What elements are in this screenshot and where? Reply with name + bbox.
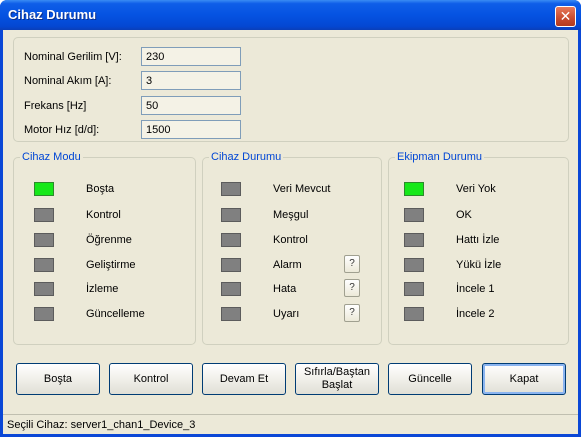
error-help-button[interactable]: ? [344,279,360,297]
device-status-title: Cihaz Durumu [209,151,284,164]
led-inspect-2 [404,307,424,321]
idle-button[interactable]: Boşta [16,363,100,395]
motor-speed-field[interactable] [141,120,241,139]
led-label-data-available: Veri Mevcut [273,183,331,195]
window-title: Cihaz Durumu [8,7,97,22]
led-label-development: Geliştirme [86,259,136,271]
warning-help-button[interactable]: ? [344,304,360,322]
led-monitor-line [404,233,424,247]
led-label-inspect-2: İncele 2 [456,308,495,320]
led-warning [221,307,241,321]
led-error [221,282,241,296]
close-icon: ✕ [559,8,572,24]
led-no-data [404,182,424,196]
update-button-label: Güncelle [408,372,452,385]
nominal-voltage-label: Nominal Gerilim [V]: [24,51,122,63]
led-updating [34,307,54,321]
led-learning [34,233,54,247]
led-ok [404,208,424,222]
reset-restart-button[interactable]: Sıfırla/Baştan Başlat [295,363,379,395]
led-label-monitor-load: Yükü İzle [456,259,502,271]
equipment-status-group: Ekipman Durumu Veri Yok OK Hattı İzle Yü… [388,151,569,345]
led-label-ok: OK [456,209,472,221]
led-status-control [221,233,241,247]
equipment-status-title: Ekipman Durumu [395,151,484,164]
nominal-current-field[interactable] [141,71,241,90]
control-button[interactable]: Kontrol [109,363,193,395]
dialog-client-area: Nominal Gerilim [V]: Nominal Akım [A]: F… [3,30,578,434]
parameters-group: Nominal Gerilim [V]: Nominal Akım [A]: F… [13,37,569,142]
led-label-alarm: Alarm [273,259,302,271]
led-label-monitor-line: Hattı İzle [456,234,500,246]
frequency-field[interactable] [141,96,241,115]
device-status-group: Cihaz Durumu Veri Mevcut Meşgul Kontrol … [202,151,382,345]
led-label-control: Kontrol [86,209,121,221]
led-label-error: Hata [273,283,297,295]
led-busy [221,208,241,222]
reset-button-label-line2: Başlat [321,379,353,391]
device-mode-group: Cihaz Modu Boşta Kontrol Öğrenme Gelişti… [13,151,196,345]
led-label-no-data: Veri Yok [456,183,496,195]
led-monitoring [34,282,54,296]
led-development [34,258,54,272]
led-monitor-load [404,258,424,272]
title-bar[interactable]: Cihaz Durumu ✕ [0,0,581,30]
led-label-idle: Boşta [86,183,115,195]
led-label-busy: Meşgul [273,209,309,221]
status-bar: Seçili Cihaz: server1_chan1_Device_3 [3,414,578,434]
alarm-help-button[interactable]: ? [344,255,360,273]
led-inspect-1 [404,282,424,296]
led-control [34,208,54,222]
control-button-label: Kontrol [133,372,169,385]
dialog-window: Cihaz Durumu ✕ Nominal Gerilim [V]: Nomi… [0,0,581,437]
reset-button-label-line1: Sıfırla/Baştan [303,366,371,378]
close-window-button[interactable]: ✕ [555,6,576,27]
continue-button-label: Devam Et [219,372,269,385]
led-idle [34,182,54,196]
frequency-label: Frekans [Hz] [24,100,87,112]
led-label-inspect-1: İncele 1 [456,283,495,295]
update-button[interactable]: Güncelle [388,363,472,395]
close-button[interactable]: Kapat [482,363,566,395]
led-label-learning: Öğrenme [86,234,132,246]
device-mode-title: Cihaz Modu [20,151,83,164]
motor-speed-label: Motor Hız [d/d]: [24,124,100,136]
led-label-status-control: Kontrol [273,234,308,246]
led-alarm [221,258,241,272]
nominal-voltage-field[interactable] [141,47,241,66]
led-label-warning: Uyarı [273,308,300,320]
led-label-updating: Güncelleme [86,308,145,320]
selected-device-status: Seçili Cihaz: server1_chan1_Device_3 [7,419,196,431]
idle-button-label: Boşta [43,372,73,385]
nominal-current-label: Nominal Akım [A]: [24,75,112,87]
led-label-monitoring: İzleme [86,283,119,295]
led-data-available [221,182,241,196]
continue-button[interactable]: Devam Et [202,363,286,395]
close-button-label: Kapat [509,372,539,385]
